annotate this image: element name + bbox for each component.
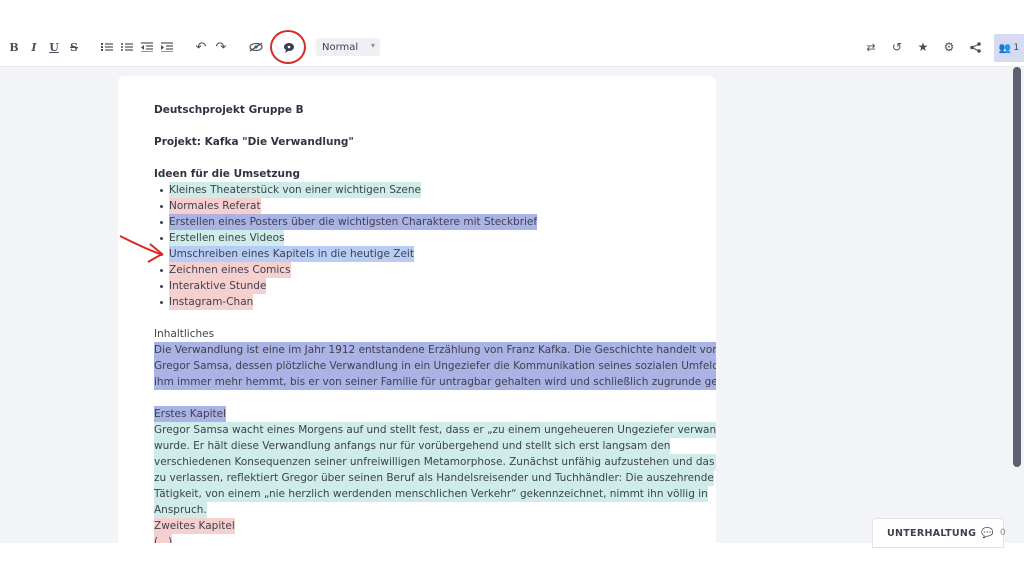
line-text: Inhaltliches: [154, 328, 215, 340]
document-line[interactable]: 4: [118, 150, 716, 166]
document-line[interactable]: 2: [118, 118, 716, 134]
paragraph-style-select[interactable]: Normal ▾: [316, 38, 380, 56]
line-text: ihm immer mehr hemmt, bis er von seiner …: [154, 374, 716, 390]
line-text: Gregor Samsa wacht eines Morgens auf und…: [154, 422, 716, 438]
line-text: Normales Referat: [169, 198, 261, 214]
bullet-list-icon[interactable]: [120, 38, 134, 56]
document-line[interactable]: 6Kleines Theaterstück von einer wichtige…: [118, 182, 716, 198]
footer-strip: [0, 543, 1024, 576]
line-text: Erstes Kapitel: [154, 406, 227, 422]
document-line[interactable]: ihm immer mehr hemmt, bis er von seiner …: [118, 374, 716, 390]
chat-label: UNTERHALTUNG: [887, 527, 977, 539]
history-icon[interactable]: ↺: [890, 38, 904, 56]
document-line[interactable]: 8Erstellen eines Posters über die wichti…: [118, 214, 716, 230]
document-line[interactable]: Gregor Samsa, dessen plötzliche Verwandl…: [118, 358, 716, 374]
bullet-icon: [160, 205, 163, 208]
line-text: Erstellen eines Posters über die wichtig…: [169, 214, 538, 230]
document-line[interactable]: 16Die Verwandlung ist eine im Jahr 1912 …: [118, 342, 716, 358]
ordered-list-icon[interactable]: [100, 38, 114, 56]
swap-icon[interactable]: ⇄: [864, 38, 878, 56]
users-count: 1: [1013, 43, 1020, 53]
document-line[interactable]: 15Inhaltliches: [118, 326, 716, 342]
bold-button[interactable]: B: [8, 38, 20, 56]
document-line[interactable]: 12Interaktive Stunde: [118, 278, 716, 294]
document-line[interactable]: 5Ideen für die Umsetzung: [118, 166, 716, 182]
document-line[interactable]: 14: [118, 310, 716, 326]
document-line[interactable]: 17: [118, 390, 716, 406]
line-text: Die Verwandlung ist eine im Jahr 1912 en…: [154, 342, 716, 358]
document-line[interactable]: 9Erstellen eines Videos: [118, 230, 716, 246]
underline-button[interactable]: U: [48, 38, 60, 56]
share-icon[interactable]: [968, 38, 982, 56]
line-text: Anspruch.: [154, 502, 207, 518]
italic-button[interactable]: I: [28, 38, 40, 56]
bullet-icon: [160, 189, 163, 192]
undo-icon[interactable]: ↶: [194, 38, 208, 56]
line-text: Projekt: Kafka "Die Verwandlung": [154, 136, 354, 148]
bullet-icon: [160, 285, 163, 288]
document-line[interactable]: Tätigkeit, von einem „nie herzlich werde…: [118, 486, 716, 502]
chat-count: 0: [1000, 528, 1007, 538]
line-text: Ideen für die Umsetzung: [154, 168, 301, 180]
document-line[interactable]: 20Zweites Kapitel: [118, 518, 716, 534]
chat-bubble-icon: 💬: [981, 527, 995, 539]
document-line[interactable]: 3Projekt: Kafka "Die Verwandlung": [118, 134, 716, 150]
document-line[interactable]: 18Erstes Kapitel: [118, 406, 716, 422]
line-text: verschiedenen Konsequenzen seiner unfrei…: [154, 454, 716, 470]
bullet-icon: [160, 301, 163, 304]
redo-icon[interactable]: ↷: [214, 38, 228, 56]
bullet-icon: [160, 269, 163, 272]
style-select-value: Normal: [322, 41, 359, 53]
line-text: Interaktive Stunde: [169, 278, 267, 294]
annotation-circle: [270, 30, 306, 64]
users-button[interactable]: 👥 1: [994, 34, 1024, 62]
line-text: Zeichnen eines Comics: [169, 262, 291, 278]
line-text: Kleines Theaterstück von einer wichtigen…: [169, 182, 422, 198]
document-line[interactable]: 10Umschreiben eines Kapitels in die heut…: [118, 246, 716, 262]
document-line[interactable]: 1Deutschprojekt Gruppe B: [118, 102, 716, 118]
line-text: Erstellen eines Videos: [169, 230, 285, 246]
document-line[interactable]: 19Gregor Samsa wacht eines Morgens auf u…: [118, 422, 716, 438]
line-text: Umschreiben eines Kapitels in die heutig…: [169, 246, 414, 262]
line-text: zu verlassen, reflektiert Gregor über se…: [154, 470, 714, 486]
users-icon: 👥: [998, 42, 1012, 54]
annotation-arrow: [119, 235, 164, 263]
chevron-down-icon: ▾: [370, 41, 375, 50]
document-line[interactable]: zu verlassen, reflektiert Gregor über se…: [118, 470, 716, 486]
document-line[interactable]: verschiedenen Konsequenzen seiner unfrei…: [118, 454, 716, 470]
document-line[interactable]: Anspruch.: [118, 502, 716, 518]
bullet-icon: [160, 221, 163, 224]
document-page[interactable]: 1Deutschprojekt Gruppe B23Projekt: Kafka…: [118, 76, 716, 556]
line-text: Deutschprojekt Gruppe B: [154, 104, 304, 116]
document-line[interactable]: 13Instagram-Chan: [118, 294, 716, 310]
indent-icon[interactable]: [160, 38, 174, 56]
chat-toggle[interactable]: UNTERHALTUNG 💬 0: [872, 518, 1007, 548]
editor-toolbar: B I U S ↶ ↷ Normal ▾ ⇄ ↺ ★ ⚙: [0, 28, 1024, 67]
hide-highlights-icon[interactable]: [248, 38, 264, 56]
document-line[interactable]: 7Normales Referat: [118, 198, 716, 214]
strikethrough-button[interactable]: S: [68, 38, 80, 56]
scrollbar[interactable]: [1013, 67, 1021, 467]
gear-icon[interactable]: ⚙: [942, 38, 956, 56]
line-text: wurde. Er hält diese Verwandlung anfangs…: [154, 438, 671, 454]
document-line[interactable]: wurde. Er hält diese Verwandlung anfangs…: [118, 438, 716, 454]
line-text: Zweites Kapitel: [154, 518, 235, 534]
line-text: Instagram-Chan: [169, 294, 254, 310]
line-text: Gregor Samsa, dessen plötzliche Verwandl…: [154, 358, 716, 374]
outdent-icon[interactable]: [140, 38, 154, 56]
document-line[interactable]: 11Zeichnen eines Comics: [118, 262, 716, 278]
line-text: Tätigkeit, von einem „nie herzlich werde…: [154, 486, 708, 502]
star-icon[interactable]: ★: [916, 38, 930, 56]
